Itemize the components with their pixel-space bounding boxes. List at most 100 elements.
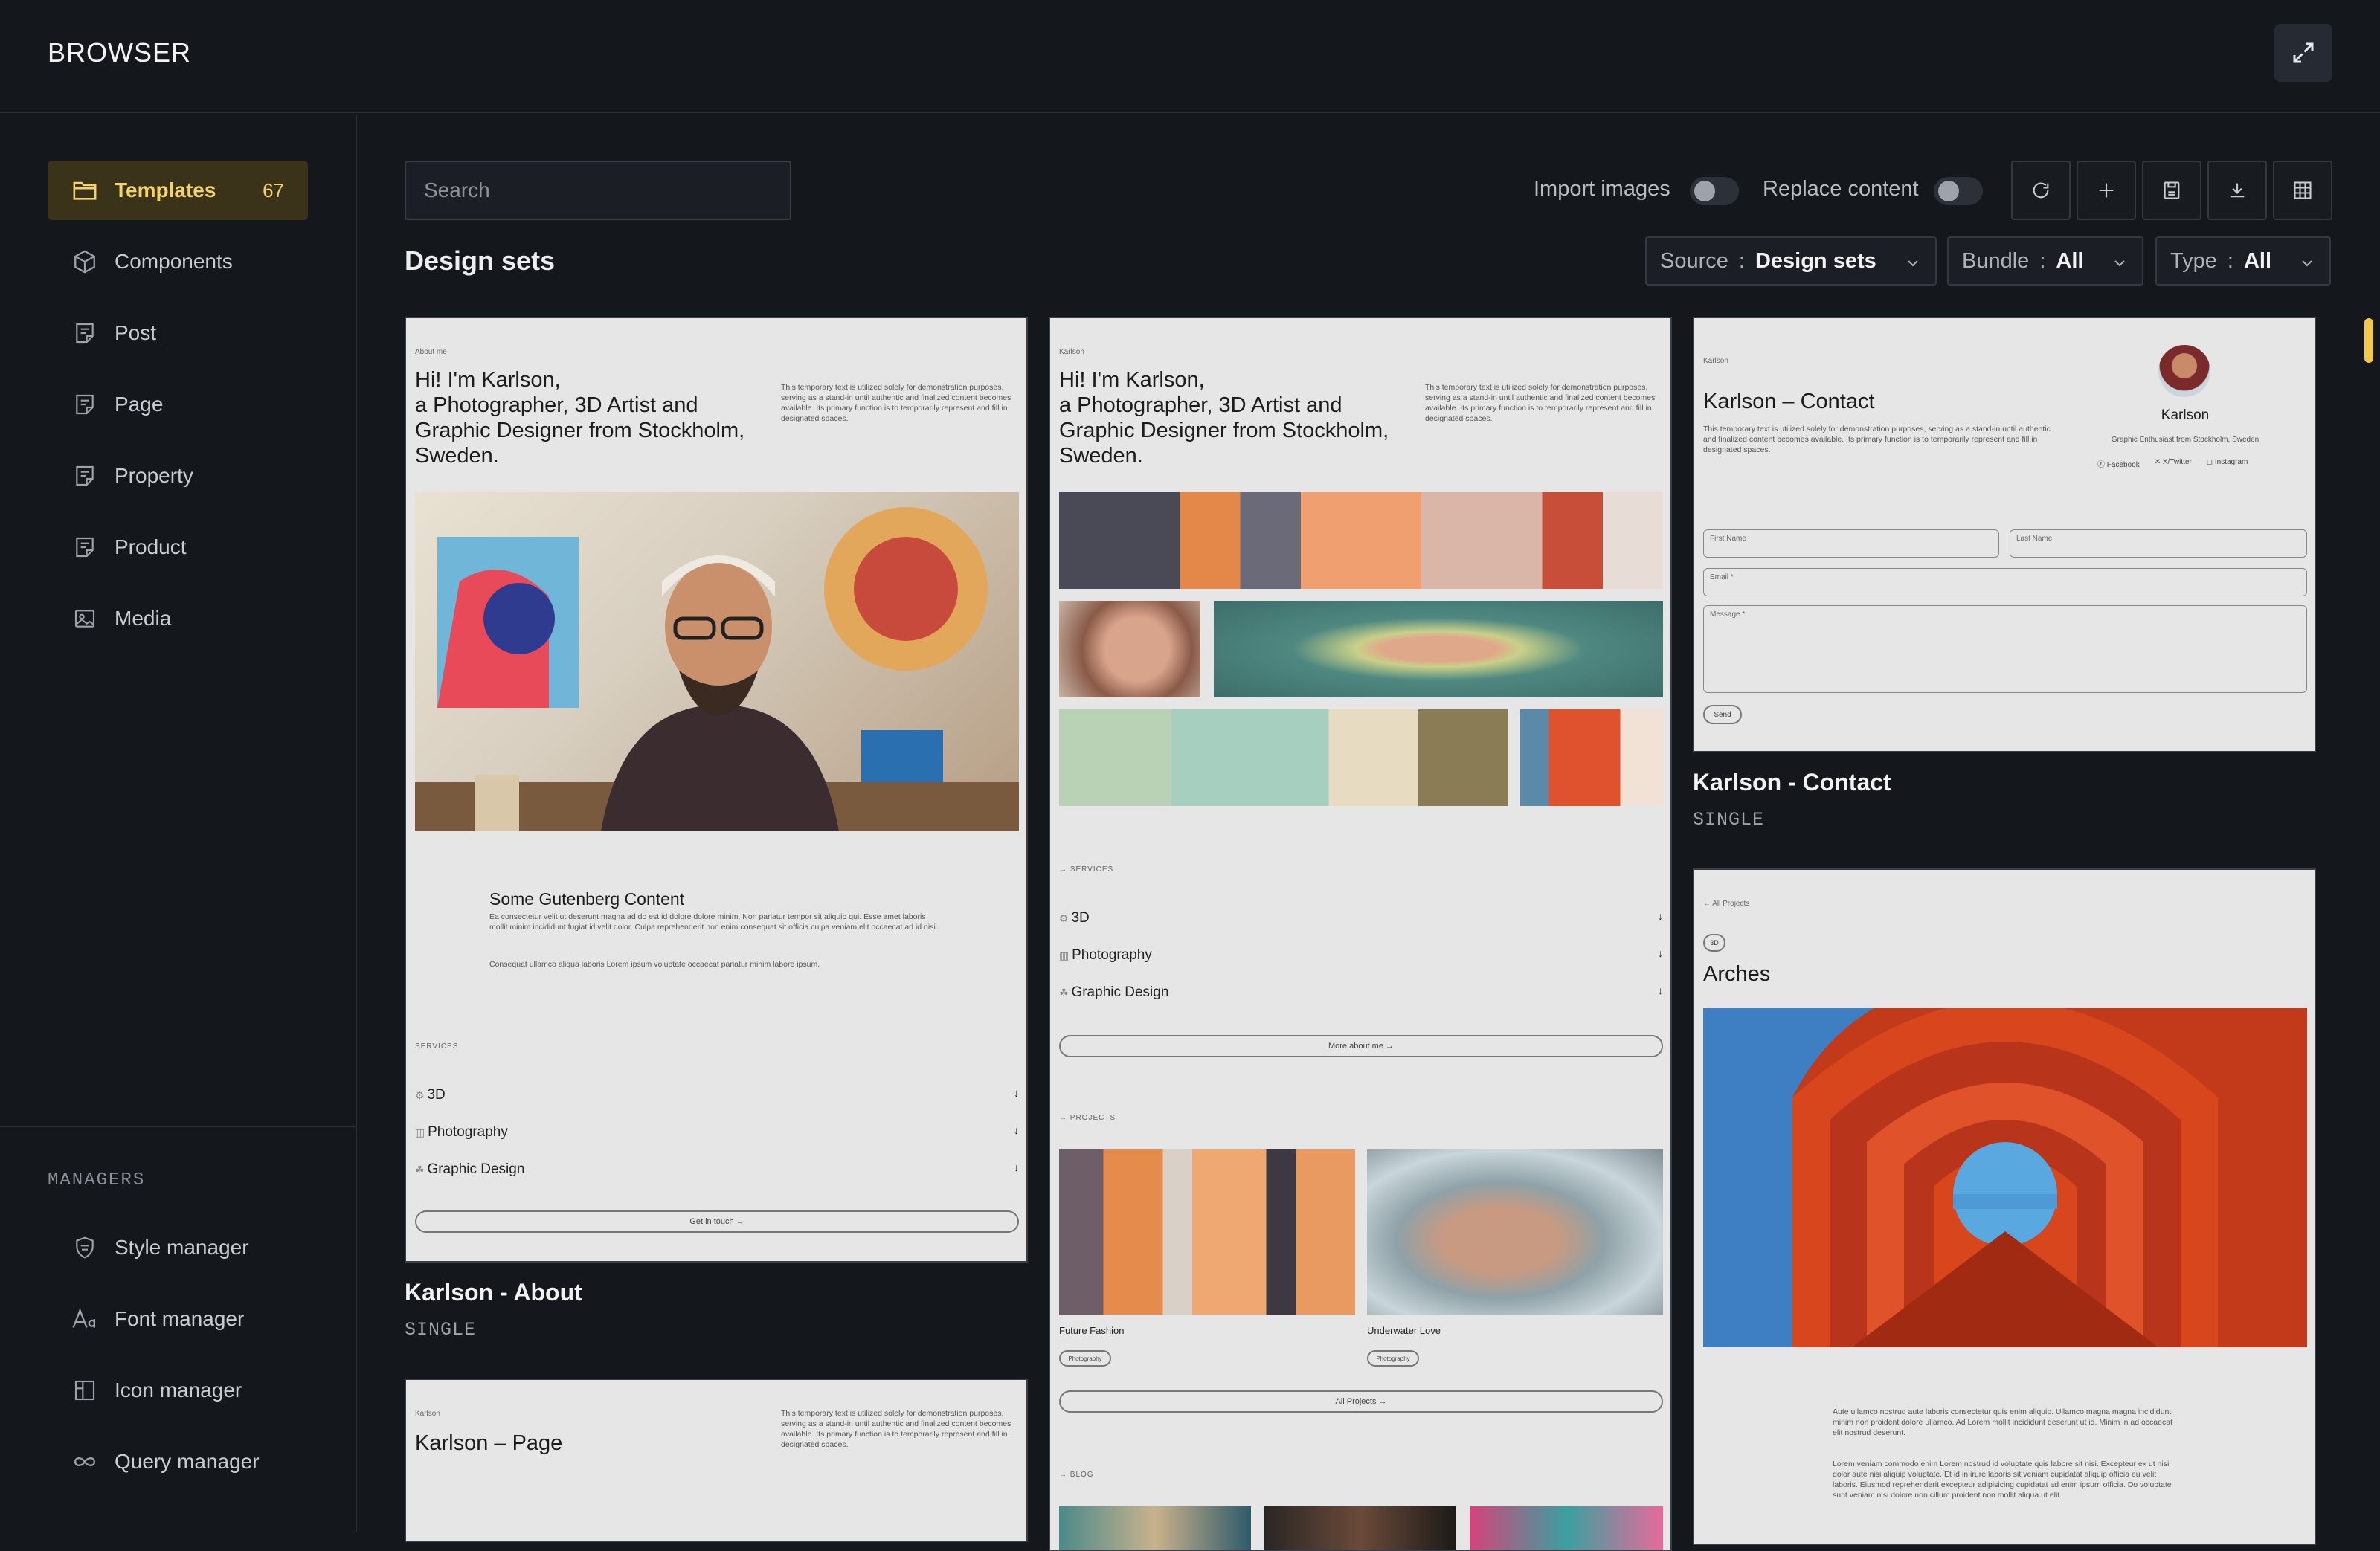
folder-icon [70, 175, 100, 205]
sidebar-item-font-manager[interactable]: Font manager [48, 1289, 308, 1349]
sidebar-item-icon-manager[interactable]: Icon manager [48, 1361, 308, 1420]
template-card-contact[interactable]: Karlson Karlson – Contact This temporary… [1693, 317, 2316, 752]
chevron-down-icon: ↓ [1014, 1087, 1019, 1099]
sidebar-item-label: Post [115, 321, 157, 344]
card-type: SINGLE [1693, 809, 1765, 831]
search-placeholder: Search [424, 178, 490, 201]
portrait-illustration [415, 507, 1019, 831]
sidebar-item-templates[interactable]: Templates 67 [48, 161, 308, 220]
expand-button[interactable] [2274, 24, 2332, 82]
card-blurb: This temporary text is utilized solely f… [1425, 383, 1656, 423]
card-heading: Hi! I'm Karlson, a Photographer, 3D Arti… [1059, 368, 1389, 468]
sidebar-item-label: Query manager [115, 1450, 260, 1473]
main-panel: Search Import images Replace content Des… [358, 115, 2380, 1551]
project-name: Future Fashion [1059, 1325, 1125, 1336]
gallery-image [1214, 601, 1663, 697]
document-icon [70, 318, 100, 348]
add-button[interactable] [2077, 161, 2136, 220]
card-heading: Hi! I'm Karlson, a Photographer, 3D Arti… [415, 368, 745, 468]
save-button[interactable] [2142, 161, 2202, 220]
services-label: → SERVICES [1059, 865, 1114, 874]
card-kicker: About me [415, 348, 447, 356]
arches-image [1703, 1008, 2307, 1347]
card-heading: Karlson – Page [415, 1431, 563, 1455]
scrollbar-thumb[interactable] [2364, 318, 2373, 363]
templates-count-badge: 67 [263, 178, 284, 201]
top-bar: BROWSER [0, 0, 2380, 113]
more-about-me-button: More about me → [1059, 1035, 1663, 1057]
service-name: Photography [1072, 947, 1152, 963]
document-icon [70, 461, 100, 491]
save-icon [2164, 181, 2180, 199]
template-card-home[interactable]: Karlson Hi! I'm Karlson, a Photographer,… [1049, 317, 1672, 1551]
document-icon [70, 532, 100, 562]
twitter-link: ✕ X/Twitter [2154, 458, 2192, 466]
source-filter[interactable]: Source: Design sets [1645, 236, 1937, 286]
sidebar-item-query-manager[interactable]: Query manager [48, 1432, 308, 1492]
sidebar-item-label: Style manager [115, 1236, 249, 1259]
gallery-image [1520, 709, 1663, 806]
sidebar-item-label: Media [115, 607, 172, 630]
template-card-page[interactable]: Karlson Karlson – Page This temporary te… [405, 1379, 1028, 1542]
grid-view-button[interactable] [2273, 161, 2332, 220]
sidebar-item-page[interactable]: Page [48, 375, 308, 434]
sidebar-item-media[interactable]: Media [48, 589, 308, 648]
card-blurb: This temporary text is utilized solely f… [781, 1409, 1012, 1449]
chevron-down-icon [2114, 260, 2125, 267]
filter-value: All [2056, 248, 2084, 273]
arches-illustration [1703, 1008, 2307, 1347]
sidebar-item-components[interactable]: Components [48, 232, 308, 291]
gallery-image [1059, 601, 1200, 697]
chevron-down-icon: ↓ [1658, 910, 1663, 922]
gallery-image [1059, 709, 1508, 806]
button-label: More about me [1328, 1042, 1383, 1051]
project-tag: Photography [1059, 1350, 1111, 1367]
profile-name: Karlson [2161, 407, 2210, 423]
sidebar-divider [0, 1126, 356, 1127]
filter-label: Source [1660, 248, 1728, 273]
sidebar-item-property[interactable]: Property [48, 446, 308, 506]
refresh-button[interactable] [2011, 161, 2071, 220]
services-label: SERVICES [415, 1042, 459, 1051]
email-field: Email * [1703, 568, 2307, 596]
card-paragraph: Aute ullamco nostrud aute laboris consec… [1833, 1407, 2172, 1437]
download-button[interactable] [2207, 161, 2267, 220]
service-name: Graphic Design [1071, 984, 1169, 1000]
chevron-down-icon: ↓ [1014, 1124, 1019, 1136]
type-filter[interactable]: Type: All [2155, 236, 2331, 286]
card-paragraph: Lorem veniam commodo enim Lorem nostrud … [1833, 1460, 2172, 1500]
sidebar-item-product[interactable]: Product [48, 517, 308, 577]
blog-label: → BLOG [1059, 1471, 1094, 1479]
sidebar-item-label: Product [115, 535, 187, 558]
service-row: ▥ Photography ↓ [415, 1124, 1019, 1140]
import-images-toggle[interactable] [1690, 177, 1739, 205]
blog-image [1059, 1506, 1251, 1550]
template-card-arches[interactable]: ← All Projects 3D Arches Aute ullamco no… [1693, 868, 2316, 1545]
replace-content-toggle[interactable] [1934, 177, 1983, 205]
sidebar-item-post[interactable]: Post [48, 303, 308, 363]
card-blurb: This temporary text is utilized solely f… [781, 383, 1012, 423]
social-links: ⓕ Facebook ✕ X/Twitter ◻ Instagram [2097, 458, 2248, 469]
service-name: 3D [1071, 910, 1090, 926]
content-title: Some Gutenberg Content [489, 889, 685, 909]
card-title: Karlson - About [405, 1279, 582, 1306]
expand-icon [2293, 42, 2314, 63]
sidebar-item-label: Icon manager [115, 1379, 242, 1402]
filter-value: All [2243, 248, 2271, 273]
card-kicker: Karlson [415, 1410, 440, 1418]
card-heading: Arches [1703, 962, 1771, 986]
sidebar-item-label: Page [115, 393, 164, 416]
get-in-touch-button: Get in touch → [415, 1210, 1019, 1233]
shield-icon [70, 1233, 100, 1263]
bundle-filter[interactable]: Bundle: All [1947, 236, 2143, 286]
infinity-icon [70, 1447, 100, 1477]
template-card-about[interactable]: About me Hi! I'm Karlson, a Photographer… [405, 317, 1028, 1263]
service-row: ▥ Photography ↓ [1059, 947, 1663, 963]
search-input[interactable]: Search [405, 161, 791, 220]
portrait-image [415, 492, 1019, 831]
card-kicker: Karlson [1703, 357, 1728, 365]
sidebar-item-style-manager[interactable]: Style manager [48, 1218, 308, 1277]
content-paragraph: Consequat ullamco aliqua laboris Lorem i… [489, 960, 820, 969]
toggle-knob [1694, 181, 1715, 201]
back-link: ← All Projects [1703, 900, 1750, 908]
